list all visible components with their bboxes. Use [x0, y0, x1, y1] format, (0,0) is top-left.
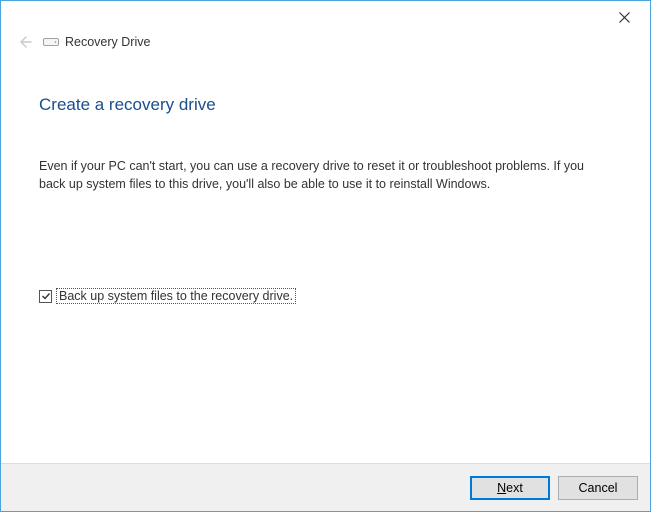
- next-button-label: Next: [497, 481, 523, 495]
- back-button: [13, 31, 35, 53]
- close-button[interactable]: [604, 5, 644, 29]
- drive-icon: [43, 36, 59, 48]
- page-heading: Create a recovery drive: [39, 95, 612, 115]
- page-description: Even if your PC can't start, you can use…: [39, 157, 599, 193]
- arrow-left-icon: [15, 33, 33, 51]
- cancel-button-label: Cancel: [579, 481, 618, 495]
- close-icon: [619, 12, 630, 23]
- wizard-title: Recovery Drive: [65, 35, 150, 49]
- footer: Next Cancel: [1, 463, 650, 511]
- wizard-header: Recovery Drive: [1, 29, 650, 55]
- cancel-button[interactable]: Cancel: [558, 476, 638, 500]
- backup-checkbox-label[interactable]: Back up system files to the recovery dri…: [56, 288, 296, 304]
- next-button[interactable]: Next: [470, 476, 550, 500]
- checkmark-icon: [41, 291, 51, 301]
- backup-checkbox[interactable]: [39, 290, 52, 303]
